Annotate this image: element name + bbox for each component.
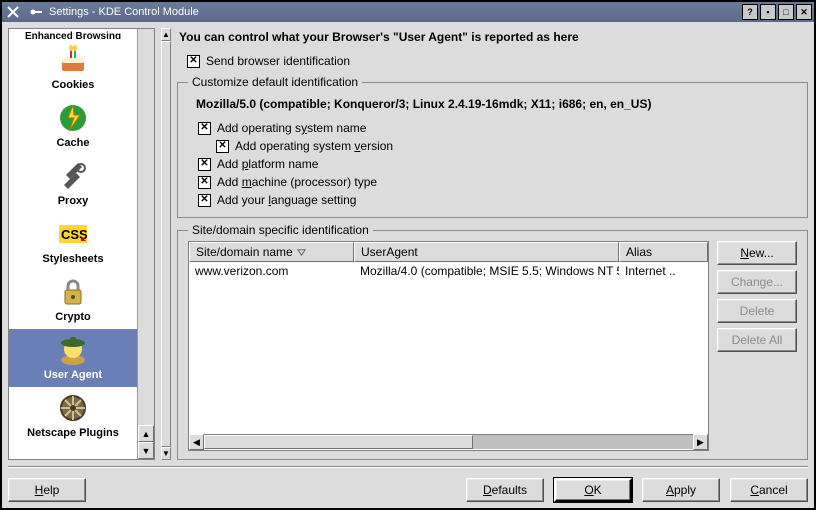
sidebar-scroll-down[interactable]: ▼ — [138, 442, 154, 459]
opt-os-version: Add operating system version — [188, 137, 797, 155]
site-specific-legend: Site/domain specific identification — [188, 223, 373, 237]
opt-machine: Add machine (processor) type — [188, 173, 797, 191]
site-table-hscroll[interactable]: ◀ ▶ — [189, 434, 708, 450]
ok-button[interactable]: OK — [554, 478, 632, 502]
change-button[interactable]: Change... — [717, 270, 797, 294]
opt-machine-label: Add machine (processor) type — [217, 175, 377, 189]
opt-machine-checkbox[interactable] — [198, 176, 211, 189]
col-alias[interactable]: Alias — [619, 242, 708, 262]
site-table: Site/domain name UserAgent Alias www.ver… — [188, 241, 709, 451]
bolt-globe-icon — [56, 101, 90, 135]
send-identification-label: Send browser identification — [206, 54, 350, 68]
opt-os-name-checkbox[interactable] — [198, 122, 211, 135]
pin-icon[interactable] — [28, 4, 44, 20]
opt-os-name: Add operating system name — [188, 119, 797, 137]
hscroll-thumb[interactable] — [204, 435, 473, 449]
opt-platform-checkbox[interactable] — [198, 158, 211, 171]
close-button[interactable]: ✕ — [796, 4, 812, 20]
css-icon: CSS — [56, 217, 90, 251]
sidebar-item-crypto[interactable]: Crypto — [9, 271, 137, 329]
sidebar-item-cache[interactable]: Cache — [9, 97, 137, 155]
settings-panel: You can control what your Browser's "Use… — [177, 28, 808, 460]
help-button[interactable]: Help — [8, 478, 86, 502]
panel-splitter[interactable]: ▲ ▼ — [161, 28, 171, 460]
agent-icon — [56, 333, 90, 367]
opt-platform: Add platform name — [188, 155, 797, 173]
dialog-buttons: Help Defaults OK Apply Cancel — [8, 468, 808, 502]
apply-button[interactable]: Apply — [642, 478, 720, 502]
col-useragent[interactable]: UserAgent — [354, 242, 619, 262]
sidebar-item-label: User Agent — [11, 369, 135, 381]
sidebar-item-proxy[interactable]: Proxy — [9, 155, 137, 213]
customize-legend: Customize default identification — [188, 75, 362, 89]
sidebar-item-netscape-plugins[interactable]: Netscape Plugins — [9, 387, 137, 445]
opt-language-checkbox[interactable] — [198, 194, 211, 207]
cake-icon — [56, 43, 90, 77]
sidebar-item-label: Cache — [11, 137, 135, 149]
site-buttons: New... Change... Delete Delete All — [717, 241, 797, 451]
cancel-button[interactable]: Cancel — [730, 478, 808, 502]
maximize-button[interactable]: □ — [778, 4, 794, 20]
sidebar-item-label: Stylesheets — [11, 253, 135, 265]
titlebar[interactable]: Settings - KDE Control Module ? ▪ □ ✕ — [2, 2, 814, 22]
table-row[interactable]: www.verizon.com Mozilla/4.0 (compatible;… — [189, 262, 708, 280]
sidebar-item-stylesheets[interactable]: CSS Stylesheets — [9, 213, 137, 271]
sidebar-item-label: Crypto — [11, 311, 135, 323]
site-table-header: Site/domain name UserAgent Alias — [189, 242, 708, 262]
send-identification-checkbox[interactable] — [187, 55, 200, 68]
padlock-icon — [56, 275, 90, 309]
client-area: Enhanced Browsing Cookies Cache — [2, 22, 814, 508]
site-table-body[interactable]: www.verizon.com Mozilla/4.0 (compatible;… — [189, 262, 708, 434]
defaults-button[interactable]: Defaults — [466, 478, 544, 502]
col-site-domain[interactable]: Site/domain name — [189, 242, 354, 262]
cell-alias: Internet .. — [619, 262, 708, 280]
sidebar-scroll: ▲ ▼ — [137, 29, 154, 459]
customize-identification-group: Customize default identification Mozilla… — [177, 82, 808, 218]
sort-desc-icon — [297, 248, 306, 257]
site-specific-group: Site/domain specific identification Site… — [177, 230, 808, 460]
opt-os-version-checkbox[interactable] — [216, 140, 229, 153]
delete-button[interactable]: Delete — [717, 299, 797, 323]
settings-window: Settings - KDE Control Module ? ▪ □ ✕ En… — [0, 0, 816, 510]
sidebar-item-user-agent[interactable]: User Agent — [9, 329, 137, 387]
cell-ua: Mozilla/4.0 (compatible; MSIE 5.5; Windo… — [354, 262, 619, 280]
page-heading: You can control what your Browser's "Use… — [177, 28, 808, 46]
new-button[interactable]: New... — [717, 241, 797, 265]
sidebar-item-label: Netscape Plugins — [11, 427, 135, 439]
opt-language-label: Add your language setting — [217, 193, 356, 207]
hscroll-right[interactable]: ▶ — [693, 434, 708, 450]
wheel-icon — [56, 391, 90, 425]
opt-language: Add your language setting — [188, 191, 797, 209]
help-button-titlebar[interactable]: ? — [742, 4, 758, 20]
sidebar-item-label: Proxy — [11, 195, 135, 207]
category-sidebar: Enhanced Browsing Cookies Cache — [8, 28, 155, 460]
window-title: Settings - KDE Control Module — [48, 6, 742, 18]
opt-os-name-label: Add operating system name — [217, 121, 366, 135]
sidebar-item-cookies[interactable]: Cookies — [9, 39, 137, 97]
tools-icon — [56, 159, 90, 193]
opt-platform-label: Add platform name — [217, 157, 318, 171]
ua-string: Mozilla/5.0 (compatible; Konqueror/3; Li… — [188, 93, 797, 119]
delete-all-button[interactable]: Delete All — [717, 328, 797, 352]
sidebar-scroll-up[interactable]: ▲ — [138, 425, 154, 442]
cell-site: www.verizon.com — [189, 262, 354, 280]
sidebar-item-label: Cookies — [11, 79, 135, 91]
send-identification-row: Send browser identification — [177, 52, 808, 70]
app-menu-icon[interactable] — [5, 4, 21, 20]
minimize-button[interactable]: ▪ — [760, 4, 776, 20]
sidebar-clipped-heading: Enhanced Browsing — [9, 29, 137, 39]
hscroll-left[interactable]: ◀ — [189, 434, 204, 450]
opt-os-version-label: Add operating system version — [235, 139, 393, 153]
